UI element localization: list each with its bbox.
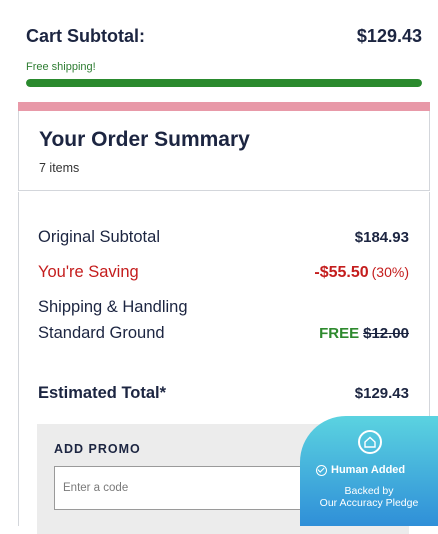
summary-header: Your Order Summary 7 items	[18, 111, 430, 191]
badge-line1-text: Human Added	[331, 464, 406, 476]
savings-label: You're Saving	[38, 263, 139, 281]
promo-code-input[interactable]	[54, 466, 307, 510]
summary-accent-bar	[18, 102, 430, 111]
badge-line2: Backed by	[344, 485, 394, 497]
home-shield-icon-glyph	[364, 436, 376, 448]
original-subtotal-row: Original Subtotal $184.93	[38, 228, 409, 247]
home-shield-icon	[358, 430, 382, 454]
badge-line3: Our Accuracy Pledge	[319, 497, 419, 509]
summary-title: Your Order Summary	[39, 128, 250, 151]
free-shipping-note: Free shipping!	[26, 61, 96, 73]
shipping-original-price: $12.00	[363, 325, 409, 342]
shipping-price-group: FREE $12.00	[319, 325, 409, 343]
savings-value-group: -$55.50 (30%)	[314, 264, 409, 282]
estimated-total-row: Estimated Total* $129.43	[38, 384, 409, 403]
savings-value: -$55.50	[314, 264, 369, 281]
cart-subtotal-row: Cart Subtotal: $129.43	[26, 26, 422, 47]
shipping-handling-row: Shipping & Handling	[38, 298, 409, 317]
accuracy-pledge-badge[interactable]: Human Added Backed by Our Accuracy Pledg…	[300, 416, 438, 526]
summary-item-count: 7 items	[39, 161, 80, 175]
savings-percent: (30%)	[371, 264, 409, 280]
original-subtotal-value: $184.93	[354, 229, 409, 246]
shipping-progress-fill	[26, 79, 422, 87]
estimated-total-label: Estimated Total*	[38, 384, 167, 402]
estimated-total-value: $129.43	[354, 385, 409, 402]
shipping-method-row: Standard Ground FREE $12.00	[38, 324, 409, 343]
shipping-handling-label: Shipping & Handling	[38, 298, 188, 316]
cart-subtotal-value: $129.43	[356, 26, 422, 46]
shipping-progress-bar	[26, 79, 422, 87]
savings-row: You're Saving -$55.50 (30%)	[38, 263, 409, 282]
original-subtotal-label: Original Subtotal	[38, 228, 160, 246]
shipping-free-label: FREE	[319, 325, 360, 342]
promo-title: ADD PROMO	[54, 442, 141, 456]
badge-human-added: Human Added	[316, 464, 405, 476]
cart-subtotal-label: Cart Subtotal:	[26, 26, 145, 46]
cart-subtotal-section: Cart Subtotal: $129.43 Free shipping!	[26, 26, 422, 87]
check-circle-icon	[316, 464, 327, 476]
shipping-method-label: Standard Ground	[38, 324, 165, 342]
